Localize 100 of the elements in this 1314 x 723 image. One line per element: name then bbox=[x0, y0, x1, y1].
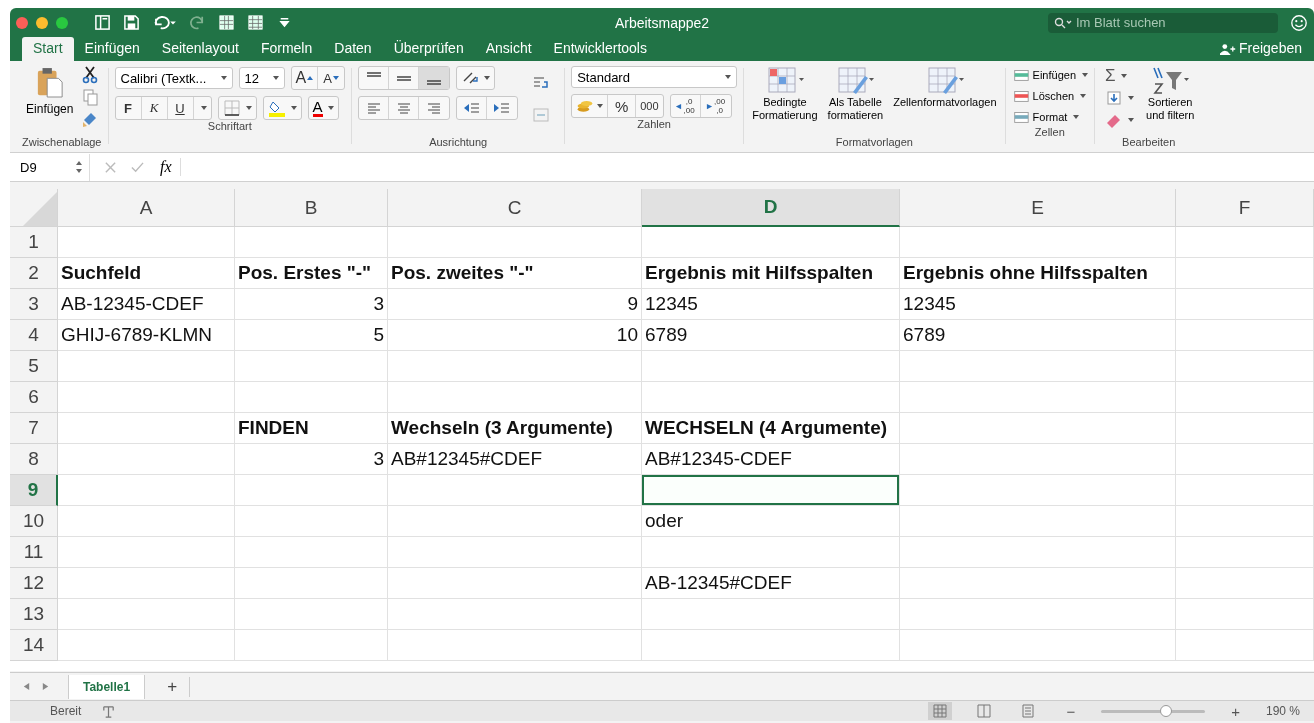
table-cell[interactable] bbox=[1176, 475, 1314, 506]
table-cell[interactable] bbox=[900, 351, 1176, 382]
table-cell[interactable]: 3 bbox=[235, 444, 388, 475]
table-cell[interactable]: 5 bbox=[235, 320, 388, 351]
table-cell[interactable] bbox=[235, 382, 388, 413]
table-cell[interactable]: AB#12345#CDEF bbox=[388, 444, 642, 475]
ribbon-tab[interactable]: Formeln bbox=[249, 37, 324, 61]
shrink-font-button[interactable]: A bbox=[318, 67, 345, 89]
select-all-icon[interactable] bbox=[23, 192, 57, 226]
table-cell[interactable] bbox=[235, 630, 388, 661]
table-cell[interactable] bbox=[388, 475, 642, 506]
table-cell[interactable] bbox=[900, 413, 1176, 444]
table-cell[interactable] bbox=[642, 630, 900, 661]
bold-button[interactable]: F bbox=[115, 97, 142, 119]
search-icon[interactable] bbox=[1054, 16, 1074, 29]
table-cell[interactable] bbox=[235, 599, 388, 630]
sort-filter-button[interactable]: Sortieren und filtern bbox=[1144, 96, 1197, 122]
row-header[interactable]: 10 bbox=[10, 506, 58, 537]
cells-menu-button[interactable]: Format bbox=[1032, 111, 1068, 123]
table-cell[interactable] bbox=[1176, 258, 1314, 289]
table-brush-icon[interactable] bbox=[835, 66, 876, 96]
table-cell[interactable] bbox=[900, 630, 1176, 661]
column-header[interactable]: A bbox=[58, 189, 235, 227]
number-format-field[interactable]: Standard bbox=[571, 66, 738, 88]
ribbon-tab[interactable]: Überprüfen bbox=[382, 37, 475, 61]
font-size-field[interactable]: 12 bbox=[238, 67, 285, 89]
ribbon-tab[interactable]: Einfügen bbox=[73, 37, 151, 61]
style-button[interactable]: Bedingte Formatierung bbox=[750, 96, 820, 122]
table-cell[interactable] bbox=[642, 351, 900, 382]
row-header[interactable]: 12 bbox=[10, 568, 58, 599]
table-cell[interactable]: AB-12345-CDEF bbox=[58, 289, 235, 320]
table-cell[interactable]: Ergebnis ohne Hilfsspalten bbox=[900, 258, 1176, 289]
grid-icon[interactable] bbox=[218, 14, 235, 31]
search-field[interactable]: Im Blatt suchen bbox=[1048, 12, 1278, 33]
row-header[interactable]: 13 bbox=[10, 599, 58, 630]
table-cell[interactable] bbox=[388, 227, 642, 258]
redo-icon[interactable] bbox=[189, 14, 206, 31]
table-cell[interactable]: AB-12345#CDEF bbox=[642, 568, 900, 599]
table-cell[interactable] bbox=[1176, 351, 1314, 382]
table-cell[interactable] bbox=[58, 537, 235, 568]
name-box[interactable]: D9 bbox=[10, 153, 90, 181]
percent-button[interactable]: % bbox=[608, 95, 637, 117]
column-header[interactable]: B bbox=[235, 189, 388, 227]
column-header[interactable]: E bbox=[900, 189, 1176, 227]
table-cell[interactable] bbox=[900, 599, 1176, 630]
row-header[interactable]: 14 bbox=[10, 630, 58, 661]
table-cell[interactable]: WECHSELN (4 Argumente) bbox=[642, 413, 900, 444]
borders-button[interactable] bbox=[217, 96, 257, 120]
row-header[interactable]: 5 bbox=[10, 351, 58, 382]
zoom-out-button[interactable]: − bbox=[1060, 702, 1082, 720]
table-cell[interactable] bbox=[235, 537, 388, 568]
next-sheet-icon[interactable] bbox=[41, 682, 50, 691]
table-cell[interactable] bbox=[235, 475, 388, 506]
add-sheet-button[interactable]: + bbox=[155, 676, 191, 697]
table-cell[interactable] bbox=[900, 506, 1176, 537]
table-cell[interactable]: GHIJ-6789-KLMN bbox=[58, 320, 235, 351]
ribbon-tab[interactable]: Daten bbox=[323, 37, 383, 61]
ribbon-tab[interactable]: Entwicklertools bbox=[542, 37, 658, 61]
table-cell[interactable]: 9 bbox=[388, 289, 642, 320]
add-person-icon[interactable] bbox=[1219, 43, 1236, 55]
ribbon-tab[interactable]: Seitenlayout bbox=[150, 37, 250, 61]
table-cell[interactable] bbox=[1176, 537, 1314, 568]
column-header[interactable]: F bbox=[1176, 189, 1314, 227]
table-cell[interactable] bbox=[642, 475, 900, 506]
table-cell[interactable] bbox=[900, 444, 1176, 475]
table-cell[interactable]: Pos. Erstes "-" bbox=[235, 258, 388, 289]
table-cell[interactable] bbox=[1176, 227, 1314, 258]
undo-icon[interactable] bbox=[152, 14, 177, 31]
table-cell[interactable]: 12345 bbox=[900, 289, 1176, 320]
table-cell[interactable] bbox=[1176, 568, 1314, 599]
table-cell[interactable] bbox=[388, 537, 642, 568]
italic-button[interactable]: K bbox=[141, 97, 168, 119]
grow-font-button[interactable]: A bbox=[291, 67, 319, 89]
table-cell[interactable] bbox=[388, 351, 642, 382]
stepper-icon[interactable] bbox=[75, 160, 83, 174]
smiley-icon[interactable] bbox=[1290, 13, 1308, 32]
table-cell[interactable] bbox=[58, 568, 235, 599]
table-cell[interactable]: Suchfeld bbox=[58, 258, 235, 289]
table-cell[interactable] bbox=[58, 475, 235, 506]
grid-icon[interactable] bbox=[247, 14, 264, 31]
row-header[interactable]: 1 bbox=[10, 227, 58, 258]
table-cell[interactable] bbox=[235, 227, 388, 258]
decrease-decimal-button[interactable]: ,00 ,0 bbox=[700, 95, 731, 117]
table-cell[interactable]: Wechseln (3 Argumente) bbox=[388, 413, 642, 444]
column-header[interactable]: D bbox=[642, 189, 900, 227]
cells-menu-button[interactable]: Einfügen bbox=[1032, 69, 1076, 81]
table-cell[interactable] bbox=[642, 227, 900, 258]
close-button[interactable] bbox=[16, 16, 28, 29]
sheet-tab[interactable]: Tabelle1 bbox=[68, 674, 146, 699]
table-cell[interactable] bbox=[388, 568, 642, 599]
zoom-button[interactable] bbox=[56, 16, 68, 29]
orientation-button[interactable] bbox=[456, 66, 496, 90]
cells-menu-button[interactable]: Löschen bbox=[1032, 90, 1075, 102]
row-header[interactable]: 11 bbox=[10, 537, 58, 568]
row-header[interactable]: 3 bbox=[10, 289, 58, 320]
table-cell[interactable] bbox=[900, 227, 1176, 258]
table-cell[interactable] bbox=[388, 599, 642, 630]
table-cell[interactable]: 6789 bbox=[900, 320, 1176, 351]
table-cell[interactable] bbox=[58, 630, 235, 661]
table-cell[interactable] bbox=[900, 382, 1176, 413]
